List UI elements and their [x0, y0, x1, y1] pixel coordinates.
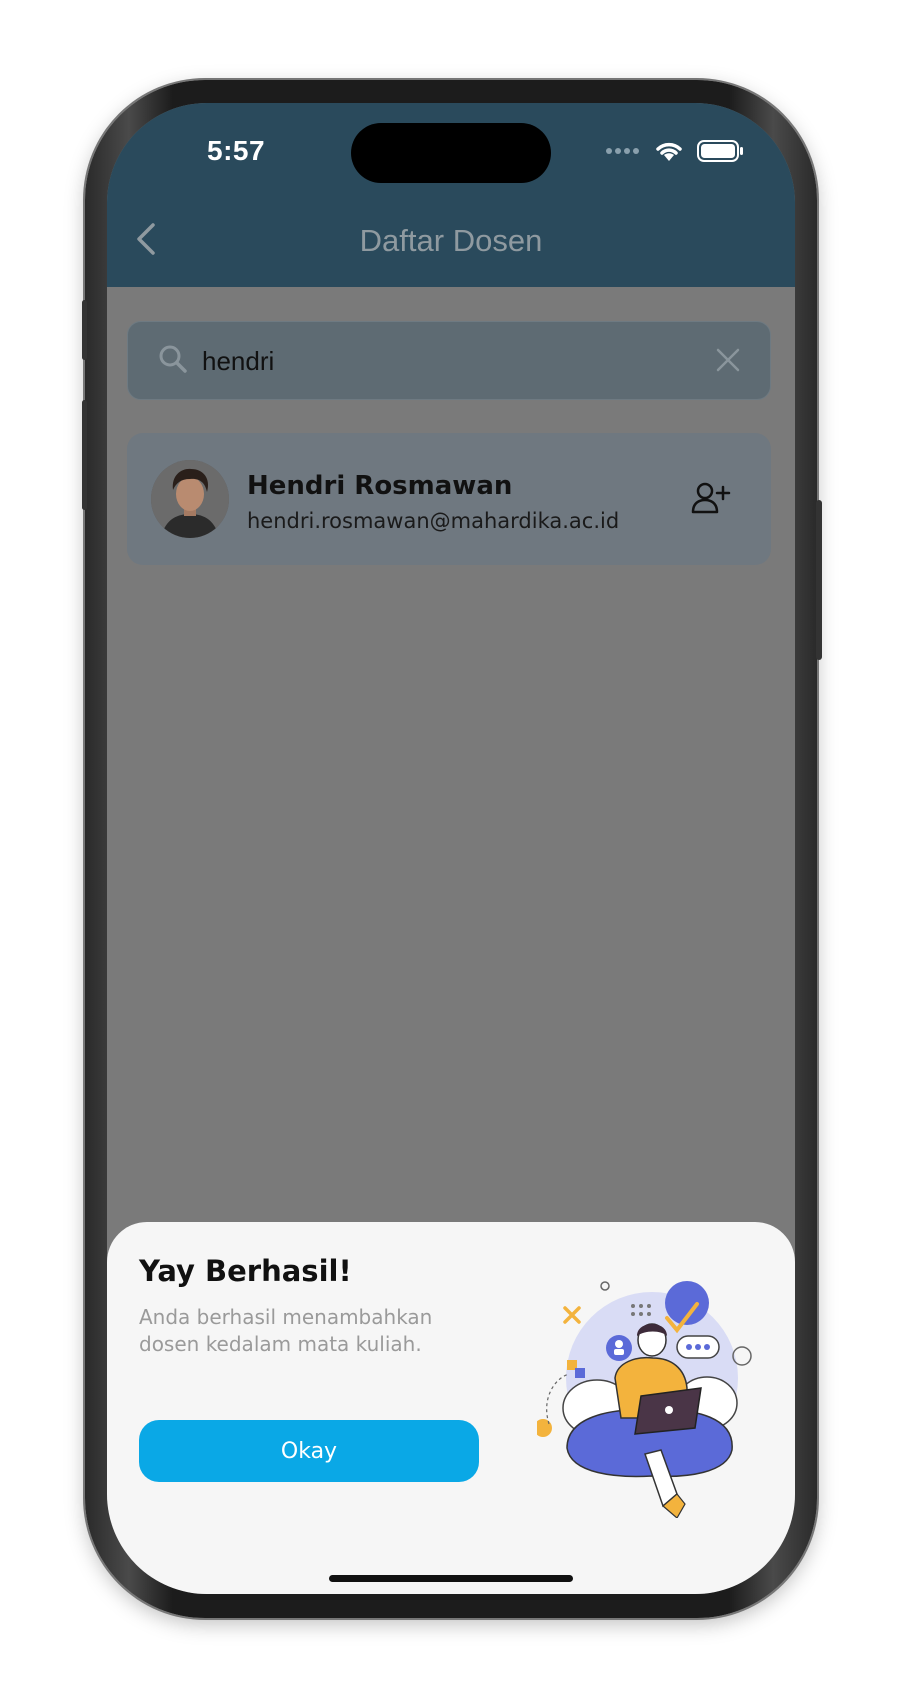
app-bar: 5:57 Daftar Dosen: [107, 103, 795, 287]
signal-icon: [606, 148, 639, 154]
search-input[interactable]: [200, 340, 684, 382]
status-icons: [605, 139, 745, 163]
lecturer-list-item[interactable]: Hendri Rosmawan hendri.rosmawan@mahardik…: [127, 433, 771, 565]
add-user-icon[interactable]: [691, 481, 731, 515]
search-icon: [159, 345, 187, 373]
phone-side-button: [816, 500, 822, 660]
success-illustration: [537, 1281, 752, 1518]
dialog-message: Anda berhasil menambahkan dosen kedalam …: [139, 1305, 433, 1356]
dynamic-island: [351, 123, 551, 183]
phone-side-button: [82, 300, 87, 360]
lecturer-name: Hendri Rosmawan: [247, 471, 513, 501]
lecturer-email: hendri.rosmawan@mahardika.ac.id: [247, 509, 620, 533]
status-time: 5:57: [207, 135, 266, 166]
battery-icon: [697, 140, 743, 162]
screen: 5:57 Daftar Dosen hendri Hendri Rosmawan…: [107, 103, 795, 1594]
search-bar[interactable]: [127, 321, 771, 400]
avatar: [151, 460, 229, 538]
phone-side-button: [82, 400, 87, 510]
wifi-icon: [656, 142, 682, 161]
success-bottom-sheet: Yay Berhasil! Anda berhasil menambahkan …: [107, 1222, 795, 1594]
clear-icon[interactable]: [716, 348, 740, 372]
home-indicator: [329, 1575, 573, 1582]
dialog-title: Yay Berhasil!: [139, 1254, 352, 1288]
page-title: Daftar Dosen: [359, 223, 543, 258]
okay-button[interactable]: Okay: [139, 1420, 479, 1482]
